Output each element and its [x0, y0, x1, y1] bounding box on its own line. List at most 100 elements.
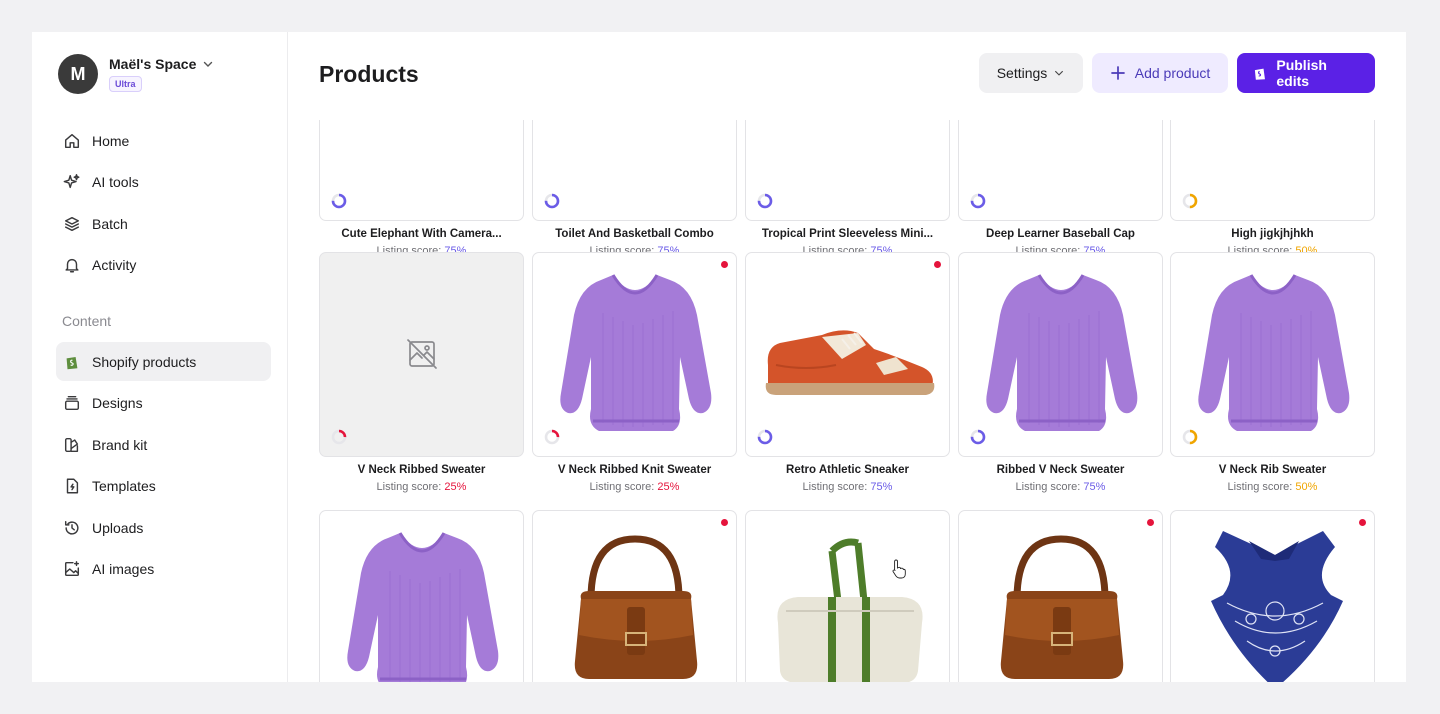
product-image[interactable]	[958, 510, 1163, 682]
brand-kit-icon	[62, 435, 82, 455]
product-card[interactable]: Toilet And Basketball Combo Listing score…	[532, 120, 737, 257]
section-label-content: Content	[62, 313, 112, 329]
workspace-switcher[interactable]: M Maël's Space Ultra	[58, 54, 214, 94]
chevron-down-icon	[1055, 70, 1064, 76]
product-image[interactable]	[532, 252, 737, 457]
layers-icon	[62, 214, 82, 234]
stack-icon	[62, 393, 82, 413]
product-name: V Neck Ribbed Sweater	[357, 464, 486, 476]
app-window: M Maël's Space Ultra Home AI tools Batch	[32, 32, 1406, 682]
nav-label: Designs	[92, 395, 143, 411]
product-card[interactable]: V Neck Ribbed Knit Sweater Listing score:…	[532, 252, 737, 493]
main-content: Products Settings Add product Publish ed…	[289, 32, 1406, 682]
listing-score-ring-icon	[757, 429, 773, 445]
product-image[interactable]	[319, 510, 524, 682]
listing-score-ring-icon	[544, 429, 560, 445]
nav-item-shopify-products[interactable]: Shopify products	[56, 342, 271, 381]
product-name: High jigkjhjhkh	[1231, 228, 1314, 240]
header-actions: Settings Add product Publish edits	[979, 53, 1375, 93]
workspace-name: Maël's Space	[109, 56, 197, 72]
product-card[interactable]: Tropical Print Sleeveless Mini... Listing…	[745, 120, 950, 257]
product-card[interactable]: Ribbed V Neck Sweater Listing score: 75%	[958, 252, 1163, 493]
product-image[interactable]	[1170, 120, 1375, 221]
listing-score: Listing score: 50%	[1170, 481, 1375, 493]
page-title: Products	[319, 61, 419, 87]
settings-button[interactable]: Settings	[979, 53, 1083, 93]
nav-item-activity[interactable]: Activity	[56, 246, 271, 285]
nav-item-ai-tools[interactable]: AI tools	[56, 163, 271, 202]
listing-score-label: Listing score:	[589, 481, 658, 493]
product-card[interactable]: Cute Elephant With Camera... Listing scor…	[319, 120, 524, 257]
product-grid: Cute Elephant With Camera... Listing scor…	[319, 120, 1377, 682]
publish-edits-button[interactable]: Publish edits	[1237, 53, 1375, 93]
nav-item-home[interactable]: Home	[56, 121, 271, 160]
listing-score-ring-icon	[1182, 193, 1198, 209]
settings-label: Settings	[996, 65, 1048, 81]
add-product-button[interactable]: Add product	[1092, 53, 1228, 93]
nav-item-batch[interactable]: Batch	[56, 204, 271, 243]
product-image[interactable]	[745, 120, 950, 221]
product-image[interactable]	[1170, 252, 1375, 457]
shopify-bag-icon	[1254, 68, 1265, 80]
listing-score-label: Listing score:	[1015, 481, 1084, 493]
main-nav: Home AI tools Batch Activity	[56, 121, 271, 287]
nav-label: Home	[92, 132, 130, 149]
product-card[interactable]	[319, 510, 524, 682]
product-image[interactable]	[958, 252, 1163, 457]
product-image[interactable]	[1170, 510, 1375, 682]
plan-badge: Ultra	[109, 76, 142, 92]
listing-score-value: 25%	[444, 481, 467, 493]
sidebar: M Maël's Space Ultra Home AI tools Batch	[32, 32, 288, 682]
image-placeholder[interactable]	[319, 252, 524, 457]
listing-score-label: Listing score:	[1227, 481, 1296, 493]
product-name: Deep Learner Baseball Cap	[986, 228, 1135, 240]
product-card[interactable]	[1170, 510, 1375, 682]
product-name: Tropical Print Sleeveless Mini...	[761, 228, 934, 240]
nav-label: Activity	[92, 257, 137, 273]
shopify-bag-icon	[62, 352, 82, 372]
product-name: Toilet And Basketball Combo	[555, 228, 714, 240]
chevron-down-icon	[204, 61, 213, 67]
listing-score-ring-icon	[331, 193, 347, 209]
nav-item-uploads[interactable]: Uploads	[56, 508, 271, 547]
listing-score-label: Listing score:	[376, 481, 445, 493]
nav-item-ai-images[interactable]: AI images	[56, 550, 271, 589]
listing-score-ring-icon	[544, 193, 560, 209]
bell-icon	[62, 255, 82, 275]
listing-score: Listing score: 75%	[745, 481, 950, 493]
product-card[interactable]	[745, 510, 950, 682]
content-nav: Shopify products Designs Brand kit Templ…	[56, 342, 271, 591]
product-image[interactable]	[745, 252, 950, 457]
sparkle-icon	[62, 172, 82, 192]
product-card[interactable]: Retro Athletic Sneaker Listing score: 75%	[745, 252, 950, 493]
listing-score-ring-icon	[757, 193, 773, 209]
product-card[interactable]: High jigkjhjhkh Listing score: 50%	[1170, 120, 1375, 257]
product-image[interactable]	[532, 120, 737, 221]
nav-item-templates[interactable]: Templates	[56, 467, 271, 506]
nav-item-brand-kit[interactable]: Brand kit	[56, 425, 271, 464]
home-icon	[62, 131, 82, 151]
history-icon	[62, 518, 82, 538]
nav-label: Uploads	[92, 519, 144, 536]
product-image[interactable]	[319, 120, 524, 221]
nav-label: Batch	[92, 215, 128, 232]
listing-score-ring-icon	[331, 429, 347, 445]
nav-label: Brand kit	[92, 436, 148, 453]
add-product-label: Add product	[1134, 65, 1211, 81]
product-card[interactable]	[958, 510, 1163, 682]
listing-score-value: 25%	[657, 481, 680, 493]
product-card[interactable]: Deep Learner Baseball Cap Listing score: …	[958, 120, 1163, 257]
nav-label: Shopify products	[92, 353, 197, 370]
product-name: Cute Elephant With Camera...	[341, 228, 502, 240]
product-image[interactable]	[745, 510, 950, 682]
product-card[interactable]: V Neck Ribbed Sweater Listing score: 25%	[319, 252, 524, 493]
product-image[interactable]	[532, 510, 737, 682]
unpublished-dot	[934, 261, 941, 268]
product-name: Ribbed V Neck Sweater	[996, 464, 1125, 476]
listing-score: Listing score: 25%	[319, 481, 524, 493]
nav-item-designs[interactable]: Designs	[56, 384, 271, 423]
product-card[interactable]: V Neck Rib Sweater Listing score: 50%	[1170, 252, 1375, 493]
nav-label: AI tools	[92, 174, 139, 190]
product-image[interactable]	[958, 120, 1163, 221]
product-card[interactable]	[532, 510, 737, 682]
